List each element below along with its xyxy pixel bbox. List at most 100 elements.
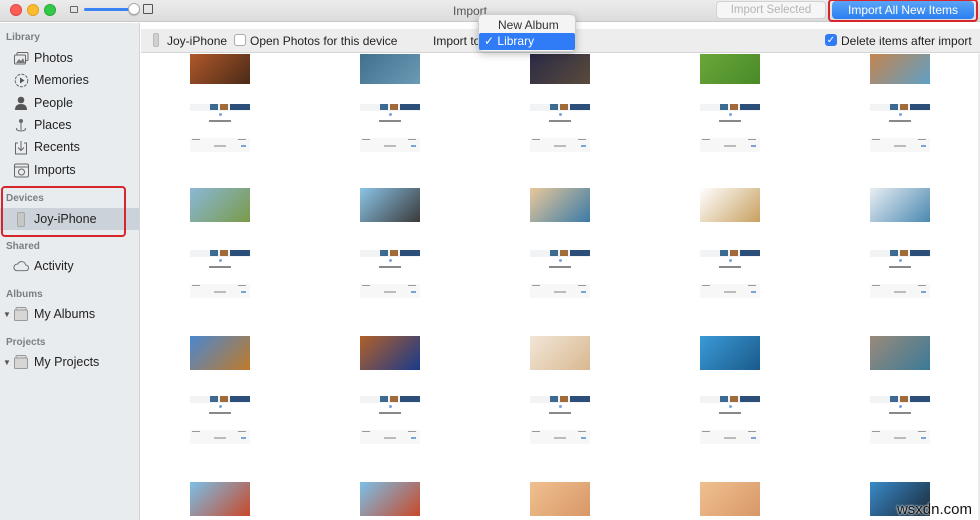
photo-thumbnail[interactable]: [190, 188, 250, 222]
thumbnail-detail: [889, 266, 911, 268]
photo-thumbnail[interactable]: [190, 336, 250, 370]
thumbnail-detail: [241, 437, 246, 439]
sidebar-item-activity[interactable]: Activity: [0, 255, 139, 277]
photo-thumbnail[interactable]: [360, 336, 420, 370]
delete-after-import-label[interactable]: Delete items after import: [841, 34, 972, 48]
screenshot-thumbnail[interactable]: [700, 104, 760, 156]
screenshot-thumbnail[interactable]: [190, 396, 250, 448]
photo-thumbnail[interactable]: [360, 54, 420, 84]
screenshot-thumbnail[interactable]: [870, 250, 930, 302]
import-selected-button[interactable]: Import Selected: [716, 1, 826, 19]
thumbnail-detail: [751, 437, 756, 439]
photo-thumbnail[interactable]: [190, 54, 250, 84]
thumbnail-detail: [719, 266, 741, 268]
screenshot-thumbnail[interactable]: [530, 396, 590, 448]
thumbnail-detail: [748, 139, 756, 140]
thumbnail-detail: [219, 259, 222, 262]
sidebar-item-places[interactable]: Places: [0, 114, 139, 136]
thumbnail-detail: [894, 437, 906, 439]
screenshot-thumbnail[interactable]: [870, 104, 930, 156]
section-projects: Projects: [6, 337, 46, 348]
thumbnail-detail: [719, 412, 741, 414]
import-all-new-items-button[interactable]: Import All New Items: [832, 1, 974, 19]
sidebar-item-label: My Albums: [34, 307, 96, 321]
open-photos-label[interactable]: Open Photos for this device: [250, 34, 397, 48]
sidebar-item-photos[interactable]: Photos: [0, 47, 139, 69]
photo-thumbnail[interactable]: [700, 482, 760, 516]
photo-thumbnail[interactable]: [700, 188, 760, 222]
screenshot-thumbnail[interactable]: [360, 250, 420, 302]
photo-thumbnail[interactable]: [700, 54, 760, 84]
thumbnail-detail: [890, 396, 930, 402]
thumbnail-detail: [532, 431, 540, 432]
screenshot-thumbnail[interactable]: [530, 104, 590, 156]
sidebar-item-label: Places: [34, 118, 72, 132]
sidebar-item-memories[interactable]: Memories: [0, 69, 139, 91]
photo-thumbnail[interactable]: [360, 188, 420, 222]
photo-thumbnail[interactable]: [530, 336, 590, 370]
photo-thumbnail[interactable]: [700, 336, 760, 370]
device-name: Joy-iPhone: [167, 34, 228, 48]
thumbnail-detail: [210, 396, 250, 402]
thumbnail-detail: [720, 104, 760, 110]
section-shared: Shared: [6, 241, 40, 252]
open-photos-checkbox[interactable]: [234, 34, 246, 46]
thumbnail-detail: [554, 291, 566, 293]
people-icon: [13, 95, 29, 111]
screenshot-thumbnail[interactable]: [700, 250, 760, 302]
thumbnail-detail: [720, 250, 760, 256]
photo-thumbnail[interactable]: [530, 482, 590, 516]
screenshot-thumbnail[interactable]: [360, 104, 420, 156]
thumbnail-detail: [238, 285, 246, 286]
sidebar-item-my-projects[interactable]: ▼ My Projects: [0, 351, 139, 373]
sidebar-item-imports[interactable]: Imports: [0, 159, 139, 181]
dropdown-option-library[interactable]: ✓ Library: [479, 33, 575, 50]
sidebar-item-recents[interactable]: Recents: [0, 136, 139, 158]
thumbnail-detail: [408, 285, 416, 286]
thumbnail-detail: [872, 139, 880, 140]
thumbnail-detail: [379, 412, 401, 414]
screenshot-thumbnail[interactable]: [700, 396, 760, 448]
thumbnail-detail: [578, 139, 586, 140]
photo-thumbnail[interactable]: [530, 188, 590, 222]
thumbnail-detail: [921, 291, 926, 293]
disclosure-triangle-icon[interactable]: ▼: [3, 310, 11, 319]
thumbnail-detail: [210, 250, 250, 256]
photo-thumbnail[interactable]: [360, 482, 420, 516]
photo-thumbnail[interactable]: [870, 336, 930, 370]
photo-thumbnail[interactable]: [870, 188, 930, 222]
thumbnail-detail: [581, 291, 586, 293]
recents-icon: [13, 139, 29, 155]
photo-thumbnail[interactable]: [190, 482, 250, 516]
thumbnail-detail: [192, 139, 200, 140]
sidebar: Library Photos Memories People Places Re…: [0, 23, 140, 520]
photo-thumbnail[interactable]: [530, 54, 590, 84]
thumbnail-detail: [362, 139, 370, 140]
thumbnail-detail: [384, 437, 396, 439]
screenshot-thumbnail[interactable]: [530, 250, 590, 302]
import-photo-grid: [141, 54, 980, 520]
screenshot-thumbnail[interactable]: [870, 396, 930, 448]
thumbnail-detail: [362, 285, 370, 286]
sidebar-item-my-albums[interactable]: ▼ My Albums: [0, 303, 139, 325]
thumbnail-detail: [532, 285, 540, 286]
disclosure-triangle-icon[interactable]: ▼: [3, 358, 11, 367]
screenshot-thumbnail[interactable]: [190, 250, 250, 302]
screenshot-thumbnail[interactable]: [360, 396, 420, 448]
photo-thumbnail[interactable]: [870, 54, 930, 84]
dropdown-option-new-album[interactable]: New Album: [479, 17, 575, 34]
thumbnail-detail: [581, 145, 586, 147]
sidebar-item-people[interactable]: People: [0, 92, 139, 114]
sidebar-item-label: My Projects: [34, 355, 100, 369]
thumbnail-detail: [209, 266, 231, 268]
sidebar-item-label: Imports: [34, 163, 76, 177]
screenshot-thumbnail[interactable]: [190, 104, 250, 156]
thumbnail-detail: [210, 104, 250, 110]
import-to-dropdown-menu[interactable]: New Album ✓ Library: [478, 14, 576, 52]
delete-after-import-checkbox[interactable]: ✓: [825, 34, 837, 46]
thumbnail-detail: [918, 285, 926, 286]
thumbnail-detail: [379, 120, 401, 122]
sidebar-item-label: People: [34, 96, 73, 110]
thumbnail-detail: [408, 139, 416, 140]
thumbnail-detail: [411, 437, 416, 439]
